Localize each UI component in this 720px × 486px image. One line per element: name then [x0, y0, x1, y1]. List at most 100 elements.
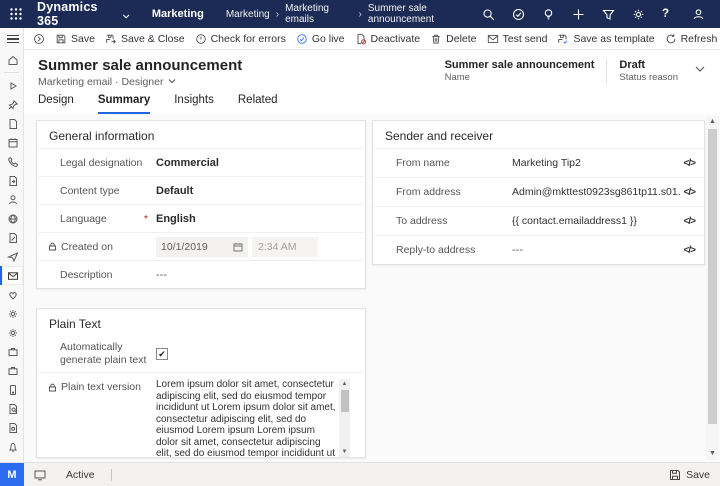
phone-icon[interactable]	[0, 152, 23, 171]
brand-menu[interactable]: Dynamics 365	[37, 0, 130, 28]
plain-text-value[interactable]: Lorem ipsum dolor sit amet, consectetur …	[156, 379, 338, 457]
go-live-button[interactable]: Go live	[291, 28, 350, 50]
trash-icon	[430, 33, 442, 45]
calendar-icon[interactable]	[0, 133, 23, 152]
play-icon[interactable]	[0, 76, 23, 95]
date-input[interactable]: 10/1/2019	[156, 237, 248, 257]
filter-icon[interactable]	[602, 8, 615, 21]
status-bar: M Active Save	[0, 462, 720, 486]
form-switcher-icon[interactable]	[34, 469, 46, 481]
scroll-up-icon[interactable]: ▲	[706, 116, 719, 128]
field-label: Content type	[38, 185, 156, 197]
bell-icon[interactable]	[0, 437, 23, 456]
waffle-icon[interactable]	[9, 7, 23, 21]
test-send-button[interactable]: Test send	[482, 28, 553, 50]
account-icon[interactable]	[692, 8, 705, 21]
breadcrumb-item[interactable]: Marketing	[226, 9, 270, 20]
app-name[interactable]: Marketing	[152, 8, 204, 20]
task-check-icon[interactable]	[512, 8, 525, 21]
chevron-down-icon[interactable]	[694, 62, 706, 80]
mail-icon[interactable]	[0, 266, 23, 285]
navbar-actions: ?	[482, 8, 711, 21]
box-icon[interactable]	[0, 361, 23, 380]
pin-icon[interactable]	[0, 95, 23, 114]
box-icon[interactable]	[0, 342, 23, 361]
tab-related[interactable]: Related	[238, 94, 278, 114]
required-marker: *	[144, 213, 148, 225]
calendar-icon	[233, 242, 243, 252]
help-icon[interactable]: ?	[662, 8, 675, 21]
file-arrow-icon[interactable]	[0, 171, 23, 190]
field-label: Legal designation	[38, 157, 156, 169]
scroll-up-icon[interactable]: ▲	[339, 379, 350, 389]
field-value: 10/1/2019 2:34 AM	[156, 237, 364, 257]
gear-icon[interactable]	[0, 304, 23, 323]
chevron-down-icon[interactable]	[168, 76, 176, 88]
phone-gear-icon[interactable]	[0, 380, 23, 399]
statusbar-save-button[interactable]: Save	[669, 469, 720, 481]
delete-button[interactable]: Delete	[425, 28, 481, 50]
file-edit-icon[interactable]	[0, 228, 23, 247]
scroll-down-icon[interactable]: ▼	[706, 448, 719, 460]
brand-label: Dynamics 365	[37, 0, 116, 28]
menu-icon[interactable]	[0, 28, 23, 50]
save-and-close-button[interactable]: Save & Close	[100, 28, 190, 50]
go-live-icon	[296, 33, 308, 45]
generate-plain-text-checkbox[interactable]: ✔	[156, 348, 168, 360]
lightbulb-icon[interactable]	[542, 8, 555, 21]
field-row: From address Admin@mkttest0923sg861tp11.…	[374, 177, 703, 206]
header-divider	[606, 59, 607, 83]
plain-text-panel: Plain Text Automatically generate plain …	[36, 308, 366, 458]
field-row: Legal designation Commercial	[38, 148, 364, 176]
file-search-icon[interactable]	[0, 399, 23, 418]
field-value[interactable]: {{ contact.emailaddress1 }}	[512, 215, 680, 227]
gear-icon[interactable]	[632, 8, 645, 21]
field-value[interactable]: Default	[156, 185, 364, 197]
search-icon[interactable]	[482, 8, 495, 21]
person-icon[interactable]	[0, 190, 23, 209]
field-value[interactable]: ---	[156, 269, 364, 281]
plus-icon[interactable]	[572, 8, 585, 21]
breadcrumb-separator: ›	[359, 9, 362, 20]
lock-icon	[48, 383, 57, 392]
file-gear-icon[interactable]	[0, 418, 23, 437]
command-bar: Save Save & Close Check for errors Go li…	[24, 28, 720, 50]
field-value[interactable]: Admin@mkttest0923sg861tp11.s01.dyn365mkt…	[512, 186, 680, 198]
document-icon[interactable]	[0, 114, 23, 133]
field-value[interactable]: ---	[512, 244, 680, 256]
textarea-scrollbar[interactable]: ▲ ▼	[339, 379, 350, 457]
scrollbar-thumb[interactable]	[708, 129, 717, 424]
field-value[interactable]: English	[156, 213, 364, 225]
breadcrumb: Marketing › Marketing emails › Summer sa…	[226, 3, 482, 25]
tab-design[interactable]: Design	[38, 94, 74, 114]
save-as-template-button[interactable]: Save as template	[552, 28, 659, 50]
time-input[interactable]: 2:34 AM	[252, 237, 318, 257]
home-icon[interactable]	[0, 50, 23, 69]
expand-icon[interactable]	[28, 28, 50, 50]
scroll-down-icon[interactable]: ▼	[339, 447, 350, 457]
breadcrumb-item[interactable]: Marketing emails	[285, 3, 352, 25]
save-button[interactable]: Save	[50, 28, 100, 50]
tab-insights[interactable]: Insights	[174, 94, 214, 114]
gear-icon[interactable]	[0, 323, 23, 342]
personalization-icon[interactable]: </>	[680, 245, 703, 256]
heart-icon[interactable]	[0, 285, 23, 304]
sidebar-divider	[4, 72, 19, 73]
send-icon[interactable]	[0, 247, 23, 266]
personalization-icon[interactable]: </>	[680, 158, 703, 169]
scrollbar-thumb[interactable]	[341, 390, 349, 412]
app-badge[interactable]: M	[0, 463, 24, 486]
field-value[interactable]: Marketing Tip2	[512, 157, 680, 169]
personalization-icon[interactable]: </>	[680, 216, 703, 227]
refresh-button[interactable]: Refresh	[660, 28, 720, 50]
plain-text-area[interactable]: Lorem ipsum dolor sit amet, consectetur …	[156, 379, 350, 457]
personalization-icon[interactable]: </>	[680, 187, 703, 198]
check-errors-button[interactable]: Check for errors	[190, 28, 291, 50]
breadcrumb-item-current[interactable]: Summer sale announcement	[368, 3, 482, 25]
deactivate-button[interactable]: Deactivate	[350, 28, 426, 50]
content-scrollbar[interactable]: ▲ ▼	[706, 116, 719, 460]
globe-icon[interactable]	[0, 209, 23, 228]
tab-summary[interactable]: Summary	[98, 94, 150, 114]
header-name-label: Name	[445, 72, 595, 83]
field-value[interactable]: Commercial	[156, 157, 364, 169]
